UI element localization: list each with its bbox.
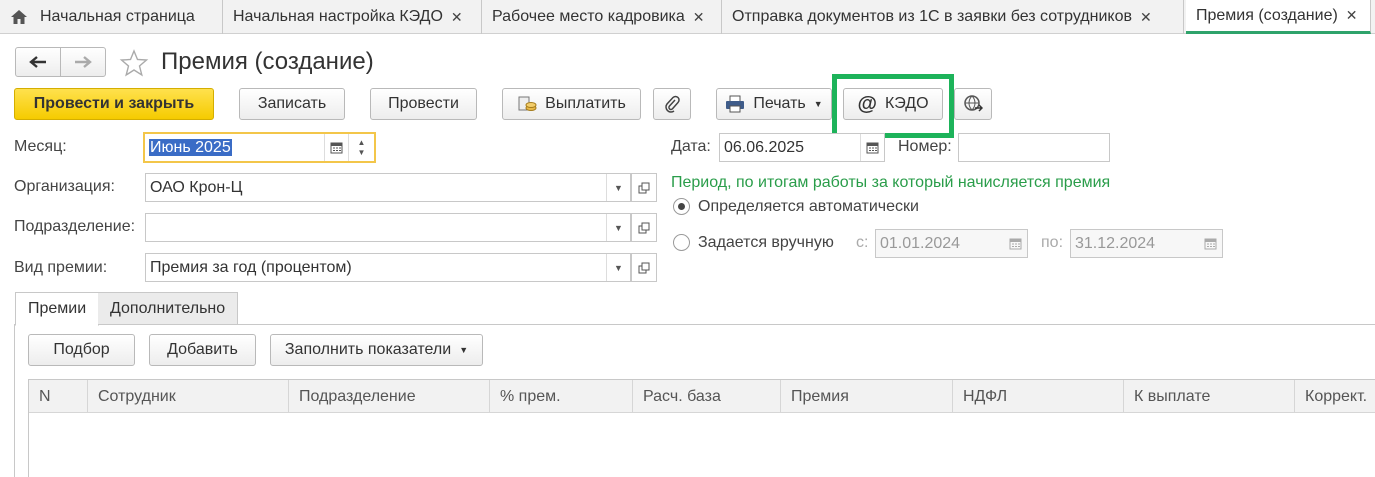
tab-home-label: Начальная страница <box>40 8 195 25</box>
tab-kedo-setup[interactable]: Начальная настройка КЭДО ✕ <box>222 0 482 34</box>
organization-field[interactable]: ОАО Крон-Ц ▼ <box>145 173 631 202</box>
period-title: Период, по итогам работы за который начи… <box>671 174 1111 191</box>
department-open-button[interactable] <box>631 213 657 242</box>
tab-hr-workplace[interactable]: Рабочее место кадровика ✕ <box>482 0 722 34</box>
save-button[interactable]: Записать <box>239 88 345 120</box>
post-button[interactable]: Провести <box>370 88 477 120</box>
forward-button[interactable] <box>60 47 106 77</box>
chevron-down-icon[interactable]: ▼ <box>606 214 630 241</box>
organization-open-button[interactable] <box>631 173 657 202</box>
department-field[interactable]: ▼ <box>145 213 631 242</box>
fill-indicators-label: Заполнить показатели <box>284 341 452 358</box>
organization-value: ОАО Крон-Ц <box>150 178 243 196</box>
close-icon[interactable]: ✕ <box>693 9 705 26</box>
pay-button[interactable]: Выплатить <box>502 88 641 120</box>
tab-bonus-create[interactable]: Премия (создание) ✕ <box>1186 0 1371 34</box>
radio-auto[interactable] <box>673 198 690 215</box>
tab-label: Премия (создание) <box>1196 6 1338 24</box>
tab-additional[interactable]: Дополнительно <box>98 292 239 325</box>
pay-label: Выплатить <box>545 95 626 112</box>
tab-label: Рабочее место кадровика <box>492 8 685 25</box>
chevron-down-icon: ▼ <box>459 345 469 355</box>
at-icon: @ <box>857 92 877 115</box>
close-icon[interactable]: ✕ <box>1140 9 1152 26</box>
radio-auto-label[interactable]: Определяется автоматически <box>698 198 919 216</box>
month-value: Июнь 2025 <box>149 138 232 156</box>
close-icon[interactable]: ✕ <box>451 9 463 26</box>
exchange-button[interactable] <box>954 88 992 120</box>
col-to-pay[interactable]: К выплате <box>1124 380 1295 413</box>
open-window-icon <box>638 222 650 233</box>
print-button[interactable]: Печать ▼ <box>716 88 832 120</box>
close-icon[interactable]: ✕ <box>1346 7 1358 24</box>
month-label: Месяц: <box>14 138 67 155</box>
tab-bar: Начальная страница Начальная настройка К… <box>0 0 1375 34</box>
col-bonus[interactable]: Премия <box>781 380 953 413</box>
period-to-label: по: <box>1041 234 1064 251</box>
col-calc-base[interactable]: Расч. база <box>633 380 781 413</box>
date-value: 06.06.2025 <box>724 138 805 156</box>
month-stepper[interactable]: ▲ ▼ <box>348 134 374 161</box>
calendar-icon[interactable] <box>324 134 348 161</box>
period-from-label: с: <box>856 234 869 251</box>
col-ndfl[interactable]: НДФЛ <box>953 380 1124 413</box>
col-bonus-percent[interactable]: % прем. <box>490 380 633 413</box>
chevron-down-icon[interactable]: ▼ <box>606 254 630 281</box>
attach-button[interactable] <box>653 88 691 120</box>
print-label: Печать <box>753 95 806 112</box>
open-window-icon <box>638 182 650 193</box>
globe-exchange-icon <box>964 95 983 112</box>
arrow-left-icon <box>29 56 46 68</box>
number-label: Номер: <box>898 138 952 155</box>
home-icon <box>11 10 27 24</box>
period-from-value: 01.01.2024 <box>880 234 961 252</box>
bonus-type-label: Вид премии: <box>14 259 108 276</box>
tab-bonuses[interactable]: Премии <box>15 292 100 326</box>
back-button[interactable] <box>15 47 61 77</box>
open-window-icon <box>638 262 650 273</box>
radio-manual[interactable] <box>673 234 690 251</box>
pick-button[interactable]: Подбор <box>28 334 135 366</box>
calendar-icon[interactable] <box>1003 230 1027 257</box>
kedo-button[interactable]: @ КЭДО <box>843 88 943 120</box>
add-button[interactable]: Добавить <box>149 334 256 366</box>
col-department[interactable]: Подразделение <box>289 380 490 413</box>
date-label: Дата: <box>671 138 711 155</box>
period-to-value: 31.12.2024 <box>1075 234 1156 252</box>
period-from-field[interactable]: 01.01.2024 <box>875 229 1028 258</box>
fill-indicators-button[interactable]: Заполнить показатели ▼ <box>270 334 483 366</box>
arrow-right-icon <box>75 56 92 68</box>
calendar-icon[interactable] <box>860 134 884 161</box>
chevron-down-icon[interactable]: ▼ <box>606 174 630 201</box>
coins-icon <box>518 96 537 111</box>
department-label: Подразделение: <box>14 218 136 235</box>
bonus-type-value: Премия за год (процентом) <box>150 258 352 276</box>
printer-icon <box>726 95 745 113</box>
bonus-type-open-button[interactable] <box>631 253 657 282</box>
tab-label: Начальная настройка КЭДО <box>233 8 443 25</box>
chevron-down-icon: ▼ <box>813 99 823 109</box>
post-and-close-button[interactable]: Провести и закрыть <box>14 88 214 120</box>
date-field[interactable]: 06.06.2025 <box>719 133 885 162</box>
col-correction[interactable]: Коррект. <box>1295 380 1375 413</box>
month-field[interactable]: Июнь 2025 ▲ ▼ <box>143 132 376 163</box>
radio-manual-label[interactable]: Задается вручную <box>698 234 834 252</box>
organization-label: Организация: <box>14 178 115 195</box>
tab-home[interactable]: Начальная страница <box>0 0 222 34</box>
kedo-label: КЭДО <box>884 95 929 112</box>
period-to-field[interactable]: 31.12.2024 <box>1070 229 1223 258</box>
paperclip-icon <box>665 95 680 113</box>
star-icon[interactable] <box>119 49 149 77</box>
page-title: Премия (создание) <box>161 48 374 75</box>
bonus-type-field[interactable]: Премия за год (процентом) ▼ <box>145 253 631 282</box>
calendar-icon[interactable] <box>1198 230 1222 257</box>
number-field[interactable] <box>958 133 1110 162</box>
col-employee[interactable]: Сотрудник <box>88 380 289 413</box>
tab-label: Отправка документов из 1С в заявки без с… <box>732 8 1132 25</box>
col-n[interactable]: N <box>29 380 88 413</box>
tab-send-docs[interactable]: Отправка документов из 1С в заявки без с… <box>722 0 1184 34</box>
